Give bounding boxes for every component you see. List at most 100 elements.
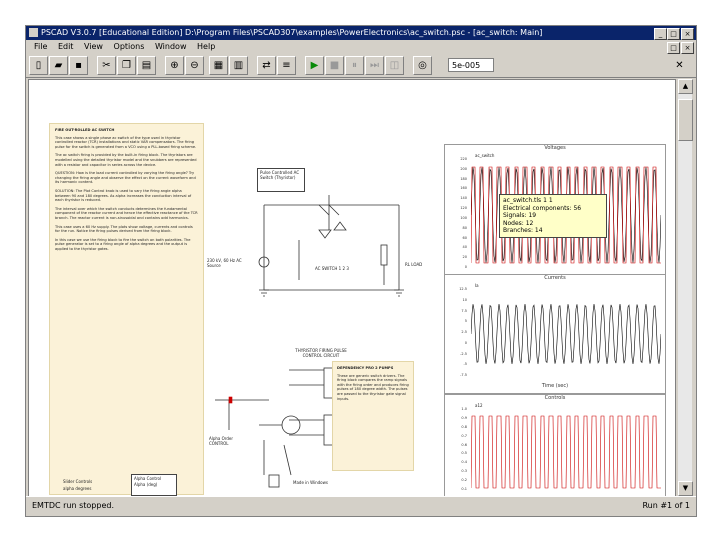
binoculars-icon[interactable]: ◎ xyxy=(413,56,432,75)
grid-icon[interactable]: ▥ xyxy=(229,56,248,75)
paste-icon[interactable]: ▤ xyxy=(137,56,156,75)
tooltip-line: Branches: 14 xyxy=(503,227,543,234)
y-tick-label: 0.8 xyxy=(461,424,467,429)
y-tick-label: 0.5 xyxy=(461,451,467,456)
component-info-tooltip: ac_switch.tls 1 1 Electrical components:… xyxy=(499,194,607,238)
step-icon[interactable]: ⏭ xyxy=(365,56,384,75)
currents-plot[interactable]: Currents Ia 12.5 10 7.5 5 2.5 0 -2.5 -5 -7.5 Tim… xyxy=(444,274,666,394)
menu-view[interactable]: View xyxy=(84,42,103,51)
child-restore-button[interactable]: □ xyxy=(667,42,680,54)
alpha-order-label: Alpha Order CONTROL xyxy=(209,436,234,446)
schematic-canvas[interactable]: FIRE OUT-ROLLED AC SWITCH This case show… xyxy=(28,79,676,497)
status-text: EMTDC run stopped. xyxy=(32,501,115,510)
tooltip-line: Nodes: 12 xyxy=(503,219,534,227)
y-tick-label: 40 xyxy=(462,245,467,250)
y-tick-label: 160 xyxy=(460,186,467,191)
y-tick-label: -7.5 xyxy=(460,373,467,377)
y-tick-label: 10 xyxy=(462,297,467,302)
alpha-control-box: Alpha Control Alpha (deg) xyxy=(131,474,177,496)
y-tick-label: 0.4 xyxy=(461,460,467,465)
maximize-button[interactable]: □ xyxy=(667,28,680,40)
y-tick-label: -5 xyxy=(463,362,468,367)
layout-icon[interactable]: ▦ xyxy=(209,56,228,75)
pscad-window: PSCAD V3.0.7 [Educational Edition] D:\Pr… xyxy=(25,25,697,517)
y-tick-label: 100 xyxy=(460,215,467,220)
currents-legend: Ia xyxy=(475,283,479,288)
pulse-controlled-label: Pulse Controlled AC Switch (Thyristor) xyxy=(260,170,300,180)
snapshot-icon[interactable]: ◫ xyxy=(385,56,404,75)
new-file-icon[interactable]: ▯ xyxy=(29,56,48,75)
open-folder-icon[interactable]: ▰ xyxy=(49,56,68,75)
tooltip-line: Electrical components: 56 xyxy=(503,204,582,212)
status-bar: EMTDC run stopped. Run #1 of 1 xyxy=(26,496,696,515)
firing-circuit-title: THYRISTOR FIRING PULSE CONTROL CIRCUIT xyxy=(295,348,347,358)
y-tick-label: 2.5 xyxy=(461,330,467,334)
toolbar-overflow-icon[interactable]: ✕ xyxy=(671,57,688,74)
scroll-down-icon[interactable]: ▼ xyxy=(678,481,693,496)
y-tick-label: 7.5 xyxy=(461,308,467,313)
thyristor-note-text: These are generic switch drivers. The fi… xyxy=(337,373,409,401)
close-button[interactable]: × xyxy=(681,28,694,40)
menu-options[interactable]: Options xyxy=(114,42,145,51)
y-tick-label: 80 xyxy=(462,225,467,230)
y-tick-label: 0 xyxy=(464,340,467,345)
alpha-control-label: Alpha Control xyxy=(134,476,162,481)
waveform-line xyxy=(471,415,661,489)
menu-bar: File Edit View Options Window Help xyxy=(26,40,696,54)
scroll-up-icon[interactable]: ▲ xyxy=(678,79,693,94)
menu-edit[interactable]: Edit xyxy=(58,42,74,51)
title-bar[interactable]: PSCAD V3.0.7 [Educational Edition] D:\Pr… xyxy=(26,26,696,40)
menu-file[interactable]: File xyxy=(34,42,47,51)
pause-icon[interactable]: ⏸ xyxy=(345,56,364,75)
stop-icon[interactable]: ■ xyxy=(325,56,344,75)
controls-plot[interactable]: Controls a12 1.0 0.9 0.8 0.7 0.6 0.5 0.4 0.3 0.2… xyxy=(444,394,666,496)
tooltip-line: ac_switch.tls 1 1 xyxy=(503,197,553,204)
menu-help[interactable]: Help xyxy=(197,42,215,51)
y-tick-label: 220 xyxy=(460,157,467,161)
toolbar: ▯ ▰ ▪ ✂ ❐ ▤ ⊕ ⊖ ▦ ▥ ⇄ ≡ ▶ ■ ⏸ ⏭ ◫ ◎ 5e-0… xyxy=(26,55,696,78)
cut-icon[interactable]: ✂ xyxy=(97,56,116,75)
compile-icon[interactable]: ⇄ xyxy=(257,56,276,75)
copy-icon[interactable]: ❐ xyxy=(117,56,136,75)
runs-input[interactable]: 5e-005 xyxy=(448,58,494,72)
y-tick-label: 0.3 xyxy=(461,469,467,474)
zoom-in-icon[interactable]: ⊕ xyxy=(165,56,184,75)
y-tick-label: 140 xyxy=(460,196,467,201)
currents-trace xyxy=(471,303,661,365)
ac-switch-label: AC SWITCH 1 2 3 xyxy=(315,266,349,271)
build-icon[interactable]: ≡ xyxy=(277,56,296,75)
zoom-out-icon[interactable]: ⊖ xyxy=(185,56,204,75)
y-tick-label: 120 xyxy=(460,206,467,211)
controls-legend: a12 xyxy=(475,403,483,408)
currents-plot-title: Currents xyxy=(544,275,566,281)
y-tick-label: 0.7 xyxy=(461,433,467,438)
menu-window[interactable]: Window xyxy=(155,42,187,51)
run-icon[interactable]: ▶ xyxy=(305,56,324,75)
save-icon[interactable]: ▪ xyxy=(69,56,88,75)
y-tick-label: 0.9 xyxy=(461,415,467,420)
load-label: RL LOAD xyxy=(405,262,423,267)
scroll-thumb[interactable] xyxy=(678,99,693,141)
controls-plot-title: Controls xyxy=(544,395,566,401)
app-icon xyxy=(29,28,38,37)
currents-x-label: Time (sec) xyxy=(541,383,569,389)
y-tick-label: 180 xyxy=(460,176,467,181)
tooltip-line: Signals: 19 xyxy=(503,212,537,219)
y-tick-label: 12.5 xyxy=(459,287,467,291)
bottom-note-label: Made in Windows xyxy=(293,480,328,485)
source-label: 230 kV, 60 Hz AC Source xyxy=(207,258,242,268)
window-title: PSCAD V3.0.7 [Educational Edition] D:\Pr… xyxy=(41,28,543,37)
child-close-button[interactable]: × xyxy=(681,42,694,54)
y-tick-label: 200 xyxy=(460,166,467,171)
thyristor-note: DEPENDENCY PRO 2 PUMPS These are generic… xyxy=(332,361,414,471)
minimize-button[interactable]: _ xyxy=(654,28,667,40)
vertical-scrollbar[interactable]: ▲ ▼ xyxy=(678,79,693,496)
y-tick-label: 5 xyxy=(464,319,467,324)
y-tick-label: -2.5 xyxy=(460,351,467,356)
voltages-legend: ac_switch xyxy=(475,153,495,158)
y-tick-label: 60 xyxy=(462,235,467,240)
slider-value: alpha degrees xyxy=(63,486,92,491)
controls-trace xyxy=(471,415,661,489)
y-tick-label: 0 xyxy=(464,265,467,269)
y-tick-label: 0.6 xyxy=(461,442,467,447)
